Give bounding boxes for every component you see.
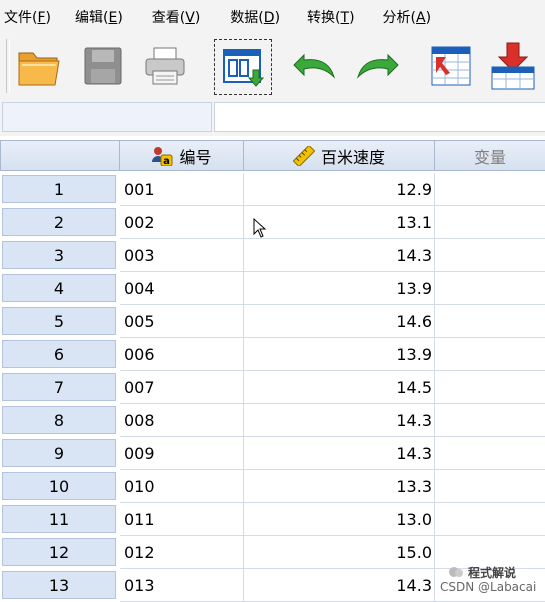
cell-speed[interactable]: 13.0 [244,503,435,536]
table-row: 12 012 15.0 [0,536,545,569]
cell-speed[interactable]: 13.9 [244,338,435,371]
goto-variable-icon[interactable] [488,41,538,91]
row-number[interactable]: 12 [2,538,116,566]
cell-speed[interactable]: 12.9 [244,173,435,206]
recall-dialog-icon[interactable] [214,39,272,95]
cell-speed[interactable]: 14.3 [244,437,435,470]
cell-id[interactable]: 009 [120,437,244,470]
row-number[interactable]: 6 [2,340,116,368]
cell-empty[interactable] [435,503,545,536]
row-number[interactable]: 1 [2,175,116,203]
cell-speed[interactable]: 14.3 [244,404,435,437]
svg-text:a: a [164,156,171,166]
cell-id[interactable]: 012 [120,536,244,569]
mouse-cursor-icon [253,217,267,242]
cell-empty[interactable] [435,239,545,272]
cell-reference-field[interactable] [2,102,212,132]
table-row: 10 010 13.3 [0,470,545,503]
cell-id[interactable]: 002 [120,206,244,239]
grid-corner[interactable] [0,140,120,171]
column-header-label: 变量 [473,147,506,167]
scale-variable-icon [292,145,315,166]
row-number[interactable]: 9 [2,439,116,467]
cell-id[interactable]: 006 [120,338,244,371]
watermark-credit: CSDN @Labacai [440,580,537,594]
cell-id[interactable]: 011 [120,503,244,536]
column-header-id[interactable]: a 编号 [120,140,244,171]
table-row: 3 003 14.3 [0,239,545,272]
row-number[interactable]: 13 [2,571,116,599]
table-row: 8 008 14.3 [0,404,545,437]
column-header-row: a 编号 百米速度 变量 [0,140,545,173]
toolbar [0,33,545,98]
table-row: 5 005 14.6 [0,305,545,338]
column-header-label: 百米速度 [320,147,385,167]
cell-id[interactable]: 001 [120,173,244,206]
print-icon[interactable] [140,41,190,91]
cell-id[interactable]: 007 [120,371,244,404]
cell-empty[interactable] [435,338,545,371]
row-number[interactable]: 4 [2,274,116,302]
cell-empty[interactable] [435,470,545,503]
wechat-icon [448,566,464,581]
cell-speed[interactable]: 13.9 [244,272,435,305]
cell-empty[interactable] [435,272,545,305]
cell-id[interactable]: 003 [120,239,244,272]
row-number[interactable]: 10 [2,472,116,500]
cell-speed[interactable]: 13.3 [244,470,435,503]
redo-icon[interactable] [352,41,402,91]
menu-transform[interactable]: 转换(T) [280,7,355,27]
toolbar-grip [6,39,10,93]
cell-speed[interactable]: 14.6 [244,305,435,338]
table-row: 9 009 14.3 [0,437,545,470]
cell-speed[interactable]: 15.0 [244,536,435,569]
cell-speed[interactable]: 13.1 [244,206,435,239]
cell-editor-bar [0,98,545,136]
cell-empty[interactable] [435,173,545,206]
cell-speed[interactable]: 14.3 [244,569,435,602]
data-grid: a 编号 百米速度 变量 1 001 12.9 2 002 13.1 3 003… [0,140,545,602]
menu-analyze[interactable]: 分析(A) [355,7,432,27]
cell-id[interactable]: 010 [120,470,244,503]
menu-view[interactable]: 查看(V) [123,7,201,27]
row-number[interactable]: 8 [2,406,116,434]
cell-id[interactable]: 005 [120,305,244,338]
cell-id[interactable]: 004 [120,272,244,305]
column-header-speed[interactable]: 百米速度 [244,140,435,171]
cell-empty[interactable] [435,206,545,239]
cell-id[interactable]: 013 [120,569,244,602]
menu-edit[interactable]: 编辑(E) [51,7,123,27]
cell-empty[interactable] [435,437,545,470]
table-row: 11 011 13.0 [0,503,545,536]
table-row: 7 007 14.5 [0,371,545,404]
column-header-label: 编号 [179,147,212,167]
column-header-var[interactable]: 变量 [435,140,545,171]
row-number[interactable]: 11 [2,505,116,533]
menu-file[interactable]: 文件(F) [0,7,51,27]
cell-speed[interactable]: 14.5 [244,371,435,404]
open-folder-icon[interactable] [14,41,64,91]
cell-empty[interactable] [435,305,545,338]
table-row: 2 002 13.1 [0,206,545,239]
watermark-title: 程式解说 [468,566,517,580]
undo-icon[interactable] [290,41,340,91]
cell-empty[interactable] [435,536,545,569]
cell-empty[interactable] [435,371,545,404]
row-number[interactable]: 2 [2,208,116,236]
table-row: 6 006 13.9 [0,338,545,371]
menu-data[interactable]: 数据(D) [200,7,280,27]
cell-empty[interactable] [435,404,545,437]
cell-id[interactable]: 008 [120,404,244,437]
menu-bar: 文件(F) 编辑(E) 查看(V) 数据(D) 转换(T) 分析(A) [0,0,545,33]
table-row: 4 004 13.9 [0,272,545,305]
row-number[interactable]: 5 [2,307,116,335]
cell-speed[interactable]: 14.3 [244,239,435,272]
row-number[interactable]: 7 [2,373,116,401]
save-icon[interactable] [78,41,128,91]
string-variable-icon: a [151,146,173,166]
goto-case-icon[interactable] [426,41,476,91]
row-number[interactable]: 3 [2,241,116,269]
cell-value-field[interactable] [214,102,545,132]
table-row: 1 001 12.9 [0,173,545,206]
